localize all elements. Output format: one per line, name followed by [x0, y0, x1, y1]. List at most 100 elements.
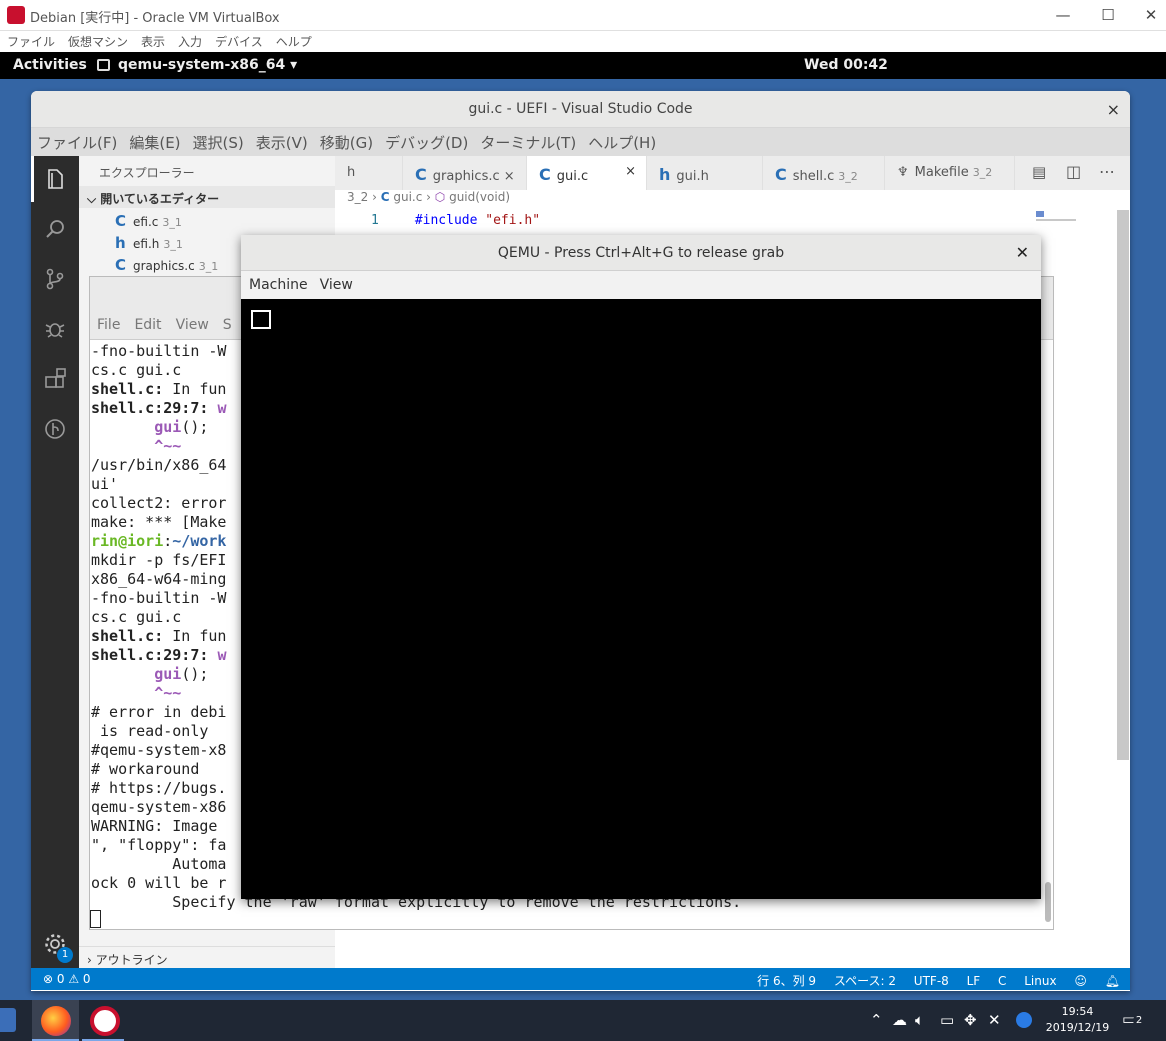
file-dir: 3_1 — [162, 216, 182, 229]
extensions-icon[interactable] — [43, 367, 67, 391]
file-name: efi.c — [133, 215, 159, 229]
open-preview-icon[interactable]: ▤ — [1032, 163, 1046, 181]
git-graph-icon[interactable] — [43, 417, 67, 441]
symbol-icon: ⬡ — [434, 190, 446, 204]
status-bar: ⊗ 0 ⚠ 0 行 6、列 9 スペース: 2 UTF-8 LF C Linux… — [31, 968, 1130, 990]
line-ending[interactable]: LF — [967, 974, 981, 988]
cloud-icon[interactable]: ☁ — [892, 1011, 907, 1029]
outline-label: アウトライン — [95, 953, 168, 967]
code-string: "efi.h" — [485, 213, 541, 228]
encoding[interactable]: UTF-8 — [914, 974, 949, 988]
tab-gui-h[interactable]: h gui.h — [647, 156, 763, 190]
language-mode[interactable]: C — [998, 974, 1006, 988]
taskbar-clock[interactable]: 19:54 2019/12/19 — [1045, 1004, 1110, 1036]
more-actions-icon[interactable]: ⋯ — [1099, 162, 1115, 181]
qemu-close-button[interactable]: ✕ — [1016, 235, 1029, 271]
app-menu[interactable]: qemu-system-x86_64 ▾ — [118, 57, 297, 73]
qemu-menu-view[interactable]: View — [312, 271, 353, 293]
vsc-menu-go[interactable]: 移動(G) — [314, 128, 379, 153]
virtualbox-menubar: ファイル 仮想マシン 表示 入力 デバイス ヘルプ — [0, 31, 1166, 52]
chevron-up-icon[interactable]: ⌃ — [870, 1011, 883, 1029]
file-name: graphics.c — [133, 259, 195, 273]
tab-dir: 3_2 — [838, 170, 858, 183]
notification-center-icon[interactable]: ▭ 2 — [1122, 1010, 1145, 1030]
tab-header-file[interactable]: h — [335, 156, 403, 190]
term-menu-view[interactable]: View — [176, 317, 209, 333]
split-editor-icon[interactable]: ◫ — [1066, 162, 1081, 181]
menu-help[interactable]: ヘルプ — [269, 31, 318, 50]
c-file-icon: C — [775, 165, 787, 184]
volume-icon[interactable]: 🔈︎ — [915, 1011, 924, 1029]
explorer-icon[interactable] — [43, 167, 67, 191]
vsc-menu-terminal[interactable]: ターミナル(T) — [474, 128, 582, 153]
vsc-menu-help[interactable]: ヘルプ(H) — [582, 128, 662, 153]
open-editors-section[interactable]: ⌵ 開いているエディター — [79, 186, 335, 208]
close-button[interactable]: ✕ — [1138, 4, 1164, 26]
warnings-count[interactable]: ⚠ 0 — [68, 972, 90, 986]
minimize-button[interactable]: — — [1050, 4, 1076, 26]
debug-icon[interactable] — [43, 317, 67, 341]
tab-gui-c[interactable]: Cgui.c × — [527, 156, 647, 190]
minimap[interactable] — [1036, 210, 1116, 230]
search-icon[interactable] — [43, 217, 67, 241]
menu-file[interactable]: ファイル — [0, 31, 61, 50]
vsc-menu-edit[interactable]: 編集(E) — [123, 128, 186, 153]
vsc-menu-selection[interactable]: 選択(S) — [187, 128, 250, 153]
chevron-right-icon: › — [87, 953, 96, 967]
feedback-smiley-icon[interactable]: ☺ — [1074, 974, 1087, 988]
tab-close-icon[interactable]: × — [504, 169, 515, 184]
maximize-button[interactable]: ☐ — [1095, 4, 1121, 26]
dropbox-icon[interactable]: ✥ — [964, 1011, 977, 1029]
tab-makefile[interactable]: ♆ Makefile 3_2 — [885, 156, 1015, 190]
menu-view[interactable]: 表示 — [134, 31, 171, 50]
tab-shell-c[interactable]: Cshell.c 3_2 — [763, 156, 885, 190]
taskbar-active-app[interactable] — [32, 1000, 79, 1041]
term-menu-file[interactable]: File — [97, 317, 120, 333]
tab-graphics-c[interactable]: Cgraphics.c × — [403, 156, 527, 190]
qemu-menubar: Machine View — [241, 271, 1041, 299]
indentation[interactable]: スペース: 2 — [834, 974, 896, 988]
gnome-clock[interactable]: Wed 00:42 — [804, 57, 888, 73]
breadcrumb-file[interactable]: gui.c — [393, 190, 422, 204]
breadcrumb-symbol[interactable]: guid(void) — [449, 190, 510, 204]
h-file-icon: h — [115, 234, 126, 252]
qemu-title: QEMU - Press Ctrl+Alt+G to release grab — [241, 235, 1041, 271]
code-line[interactable]: 1 #include "efi.h" — [371, 213, 540, 228]
term-menu-edit[interactable]: Edit — [134, 317, 161, 333]
bell-icon[interactable]: 🔔︎ — [1105, 974, 1120, 988]
menu-input[interactable]: 入力 — [171, 31, 208, 50]
firefox-icon — [41, 1006, 71, 1036]
virtualbox-taskbar-icon[interactable] — [0, 1008, 16, 1032]
file-name: efi.h — [133, 237, 160, 251]
app-tray-icon[interactable] — [1016, 1012, 1032, 1028]
clock-date: 2019/12/19 — [1045, 1021, 1110, 1034]
errors-count[interactable]: ⊗ 0 — [43, 972, 65, 986]
tab-close-icon[interactable]: × — [625, 164, 636, 179]
term-menu-search[interactable]: S — [223, 317, 232, 333]
menu-machine[interactable]: 仮想マシン — [61, 31, 134, 50]
x-app-icon[interactable]: ✕ — [988, 1011, 1001, 1029]
vsc-menu-debug[interactable]: デバッグ(D) — [379, 128, 474, 153]
network-icon[interactable]: ▭ — [940, 1011, 954, 1029]
source-control-icon[interactable] — [43, 267, 67, 291]
open-editor-item[interactable]: h efi.h 3_1 — [115, 234, 183, 252]
c-file-icon: C — [115, 256, 127, 274]
vsc-menu-file[interactable]: ファイル(F) — [31, 128, 123, 153]
windows-taskbar: ⌃ ☁ 🔈︎ ▭ ✥ ✕ 19:54 2019/12/19 ▭ 2 — [0, 1000, 1166, 1041]
open-editor-item[interactable]: Cgraphics.c 3_1 — [115, 256, 218, 274]
outline-section[interactable]: › アウトライン — [79, 946, 335, 968]
open-editor-item[interactable]: Cefi.c 3_1 — [115, 212, 182, 230]
os-indicator[interactable]: Linux — [1024, 974, 1056, 988]
cursor-position[interactable]: 行 6、列 9 — [757, 974, 816, 988]
qemu-display[interactable] — [241, 299, 1041, 899]
terminal-scrollbar[interactable] — [1045, 882, 1051, 922]
menu-devices[interactable]: デバイス — [208, 31, 269, 50]
taskbar-debian-app[interactable] — [82, 1000, 124, 1041]
virtualbox-titlebar: Debian [実行中] - Oracle VM VirtualBox — ☐ … — [0, 0, 1166, 31]
vsc-menu-view[interactable]: 表示(V) — [250, 128, 314, 153]
editor-scrollbar[interactable] — [1117, 210, 1129, 760]
activities-button[interactable]: Activities — [13, 57, 87, 73]
qemu-menu-machine[interactable]: Machine — [241, 271, 308, 293]
breadcrumb-dir[interactable]: 3_2 — [347, 190, 368, 204]
vscode-close-button[interactable]: × — [1107, 91, 1120, 128]
